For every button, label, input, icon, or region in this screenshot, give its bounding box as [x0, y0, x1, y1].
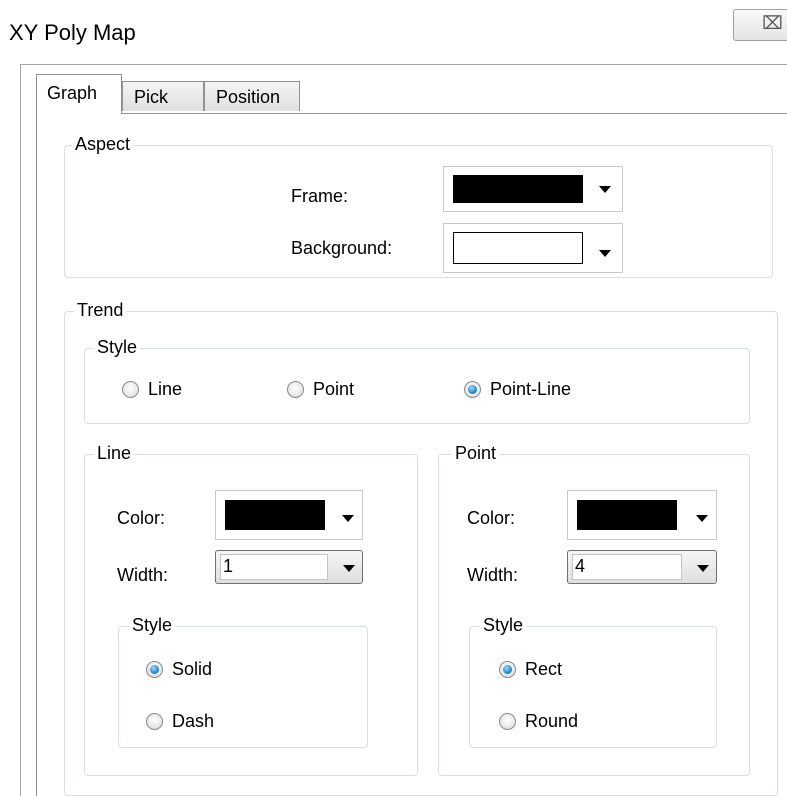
point-style-round-radio[interactable] [499, 713, 516, 730]
tab-pick-label: Pick [134, 87, 169, 107]
background-color-picker[interactable] [443, 223, 623, 273]
point-color-swatch [577, 500, 677, 530]
line-style-solid-label: Solid [172, 659, 213, 679]
tab-position-label: Position [216, 87, 281, 107]
style-point-line-label: Point-Line [490, 379, 572, 399]
background-label: Background: [291, 238, 393, 258]
tab-pick[interactable]: Pick [122, 81, 204, 111]
style-point-radio[interactable] [287, 381, 304, 398]
line-style-dash-label: Dash [172, 711, 215, 731]
chevron-down-icon [599, 250, 611, 257]
chevron-down-icon [343, 565, 355, 572]
point-style-rect-radio[interactable] [499, 661, 516, 678]
frame-label: Frame: [291, 186, 349, 206]
trend-style-group-label: Style [94, 337, 141, 357]
line-style-dash-radio[interactable] [146, 713, 163, 730]
point-width-value: 4 [575, 556, 586, 576]
line-color-swatch [225, 500, 325, 530]
close-button[interactable]: ⌧ [733, 9, 787, 41]
style-point-label: Point [313, 379, 355, 399]
chevron-down-icon [696, 515, 708, 522]
point-width-select[interactable]: 4 [567, 550, 717, 584]
point-width-label: Width: [467, 565, 519, 585]
point-style-rect-label: Rect [525, 659, 563, 679]
trend-style-group [84, 348, 750, 424]
point-style-round-label: Round [525, 711, 579, 731]
frame-color-swatch [453, 175, 583, 203]
point-color-picker[interactable] [567, 490, 717, 540]
client-border-top [20, 64, 787, 65]
line-color-label: Color: [117, 508, 166, 528]
tab-graph[interactable]: Graph [36, 74, 122, 114]
line-color-picker[interactable] [215, 490, 363, 540]
frame-color-picker[interactable] [443, 166, 623, 212]
aspect-group [64, 145, 773, 278]
point-color-label: Color: [467, 508, 516, 528]
window-title: XY Poly Map [9, 20, 136, 45]
tab-graph-label: Graph [47, 83, 98, 103]
client-border-left [20, 64, 21, 796]
line-width-label: Width: [117, 565, 169, 585]
line-style-group-label: Style [129, 615, 176, 635]
chevron-down-icon [342, 515, 354, 522]
tab-position[interactable]: Position [204, 81, 300, 111]
aspect-group-label: Aspect [72, 134, 134, 154]
point-group-label: Point [452, 443, 500, 463]
background-color-swatch [453, 232, 583, 264]
point-style-group-label: Style [480, 615, 527, 635]
chevron-down-icon [697, 565, 709, 572]
style-line-label: Line [148, 379, 183, 399]
style-point-line-radio[interactable] [464, 381, 481, 398]
line-style-solid-radio[interactable] [146, 661, 163, 678]
line-width-value: 1 [223, 556, 234, 576]
style-line-radio[interactable] [122, 381, 139, 398]
chevron-down-icon [599, 186, 611, 193]
line-width-select[interactable]: 1 [215, 550, 363, 584]
close-icon: ⌧ [762, 13, 783, 33]
line-group-label: Line [94, 443, 135, 463]
trend-group-label: Trend [74, 300, 127, 320]
